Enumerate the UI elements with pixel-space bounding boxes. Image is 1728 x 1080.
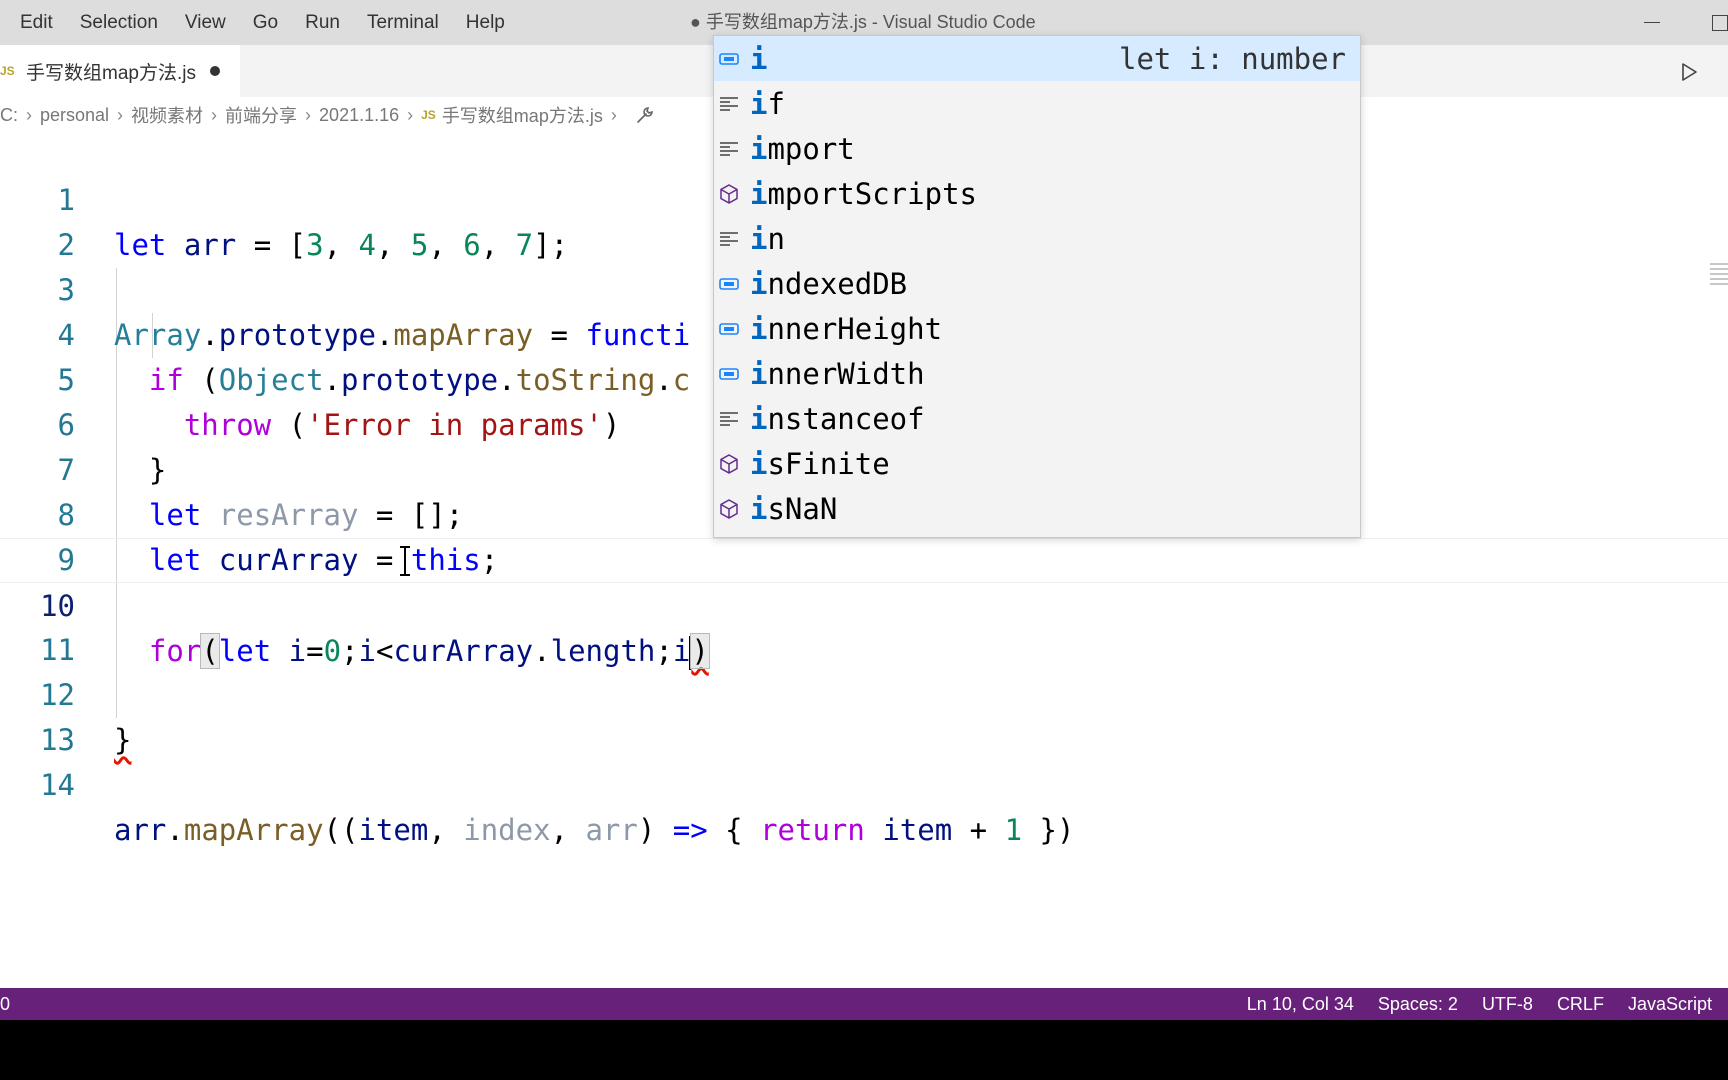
- method-icon: [720, 498, 738, 519]
- suggest-label: in: [750, 221, 785, 256]
- method-icon: [720, 183, 738, 204]
- breadcrumb: C: › personal › 视频素材 › 前端分享 › 2021.1.16 …: [0, 97, 655, 133]
- chevron-right-icon: ›: [407, 104, 414, 125]
- breadcrumb-item[interactable]: 2021.1.16: [319, 105, 399, 126]
- suggest-item[interactable]: innerWidth: [714, 351, 1360, 396]
- suggest-item[interactable]: import: [714, 126, 1360, 171]
- menu-help[interactable]: Help: [466, 12, 505, 34]
- keyword-icon: [720, 141, 738, 156]
- menu-view[interactable]: View: [185, 12, 226, 34]
- status-problems[interactable]: 0: [0, 988, 10, 1020]
- status-indentation[interactable]: Spaces: 2: [1378, 994, 1458, 1015]
- suggest-item[interactable]: indexedDB: [714, 261, 1360, 306]
- suggest-label: i: [750, 41, 768, 76]
- menu-bar: Edit Selection View Go Run Terminal Help: [0, 0, 532, 45]
- maximize-icon[interactable]: [1708, 10, 1728, 34]
- menu-go[interactable]: Go: [253, 12, 278, 34]
- code-line: 13: [0, 673, 1728, 757]
- breadcrumb-item[interactable]: 前端分享: [225, 102, 297, 128]
- suggest-label: indexedDB: [750, 266, 908, 301]
- code-line: 14 arr.mapArray((item, index, arr) => { …: [0, 718, 1728, 847]
- method-icon: [720, 453, 738, 474]
- code-text: arr.mapArray((item, index, arr) => { ret…: [114, 813, 1075, 847]
- keyword-icon: [720, 96, 738, 111]
- suggest-label: importScripts: [750, 176, 977, 211]
- suggest-item[interactable]: isFinite: [714, 441, 1360, 486]
- ibeam-cursor-icon: [400, 546, 410, 576]
- status-language[interactable]: JavaScript: [1628, 994, 1712, 1015]
- status-encoding[interactable]: UTF-8: [1482, 994, 1533, 1015]
- breadcrumb-file[interactable]: 手写数组map方法.js: [442, 102, 603, 128]
- run-icon[interactable]: [1678, 61, 1700, 83]
- chevron-right-icon: ›: [26, 104, 32, 125]
- suggest-item[interactable]: innerHeight: [714, 306, 1360, 351]
- status-bar: 0 Ln 10, Col 34 Spaces: 2 UTF-8 CRLF Jav…: [0, 988, 1728, 1020]
- menu-terminal[interactable]: Terminal: [367, 12, 439, 34]
- chevron-right-icon: ›: [117, 104, 124, 125]
- variable-icon: [719, 322, 739, 335]
- suggest-label: instanceof: [750, 401, 925, 436]
- suggest-item[interactable]: instanceof: [714, 396, 1360, 441]
- keyword-icon: [720, 411, 738, 426]
- tab-label: 手写数组map方法.js: [26, 62, 196, 84]
- breadcrumb-item[interactable]: 视频素材: [131, 102, 203, 128]
- minimap[interactable]: [1710, 263, 1728, 293]
- minimize-icon[interactable]: [1640, 10, 1664, 34]
- code-line: 12 }: [0, 628, 1728, 757]
- chevron-right-icon: ›: [305, 104, 312, 125]
- wrench-icon[interactable]: [635, 105, 655, 125]
- suggest-label: if: [750, 86, 785, 121]
- suggest-item[interactable]: if: [714, 81, 1360, 126]
- suggest-widget: i let i: number if import importScripts …: [713, 35, 1361, 538]
- chevron-right-icon: ›: [211, 104, 218, 125]
- letterbox-bar: [0, 1020, 1728, 1080]
- editor-tab[interactable]: JS 手写数组map方法.js: [0, 45, 240, 97]
- code-line: 11: [0, 583, 1728, 667]
- chevron-right-icon: ›: [610, 104, 617, 125]
- suggest-label: isNaN: [750, 491, 838, 526]
- keyword-icon: [720, 231, 738, 246]
- breadcrumb-item[interactable]: personal: [40, 105, 109, 126]
- menu-edit[interactable]: Edit: [20, 12, 53, 34]
- js-file-icon: JS: [0, 64, 15, 78]
- status-items: Ln 10, Col 34 Spaces: 2 UTF-8 CRLF JavaS…: [1223, 988, 1712, 1020]
- suggest-detail: let i: number: [1119, 41, 1346, 76]
- variable-icon: [719, 277, 739, 290]
- variable-icon: [719, 52, 739, 65]
- suggest-item[interactable]: i let i: number: [714, 36, 1360, 81]
- suggest-label: import: [750, 131, 855, 166]
- suggest-label: innerHeight: [750, 311, 943, 346]
- variable-icon: [719, 367, 739, 380]
- suggest-label: isFinite: [750, 446, 890, 481]
- menu-selection[interactable]: Selection: [80, 12, 158, 34]
- js-file-icon: JS: [421, 108, 436, 122]
- unsaved-dot-icon[interactable]: [209, 66, 220, 76]
- breadcrumb-item[interactable]: C:: [0, 105, 18, 126]
- suggest-item[interactable]: importScripts: [714, 171, 1360, 216]
- suggest-item[interactable]: isNaN: [714, 486, 1360, 531]
- status-cursor-position[interactable]: Ln 10, Col 34: [1247, 994, 1354, 1015]
- line-number: 14: [40, 768, 75, 802]
- status-eol[interactable]: CRLF: [1557, 994, 1604, 1015]
- code-line-active: 10 for(let i=0;i<curArray.length;i): [0, 538, 1728, 670]
- suggest-label: innerWidth: [750, 356, 925, 391]
- suggest-item[interactable]: in: [714, 216, 1360, 261]
- menu-run[interactable]: Run: [305, 12, 340, 34]
